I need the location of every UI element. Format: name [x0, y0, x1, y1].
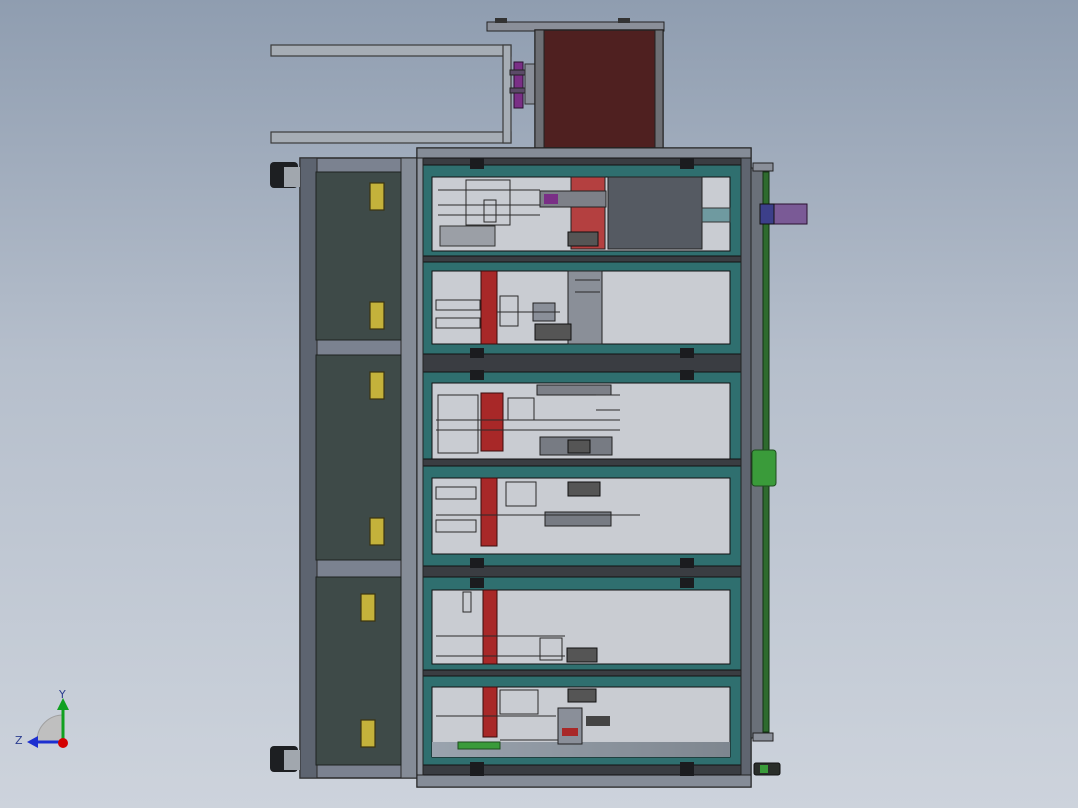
- green-pad: [751, 449, 777, 487]
- cabinet-door-1: [315, 171, 402, 341]
- z-axis-label: Z: [15, 734, 23, 747]
- bay-3: [420, 371, 742, 467]
- coordinate-triad: Y Z: [15, 688, 69, 748]
- left-cabinet: [270, 157, 418, 779]
- right-post: [740, 157, 752, 776]
- x-axis-dot: [58, 738, 68, 748]
- z-axis-arrow: [27, 736, 38, 748]
- triad-arc: [36, 714, 64, 742]
- cad-viewport[interactable]: Y Z: [0, 0, 1078, 808]
- cabinet-door-3: [315, 576, 402, 766]
- bay-2: [420, 261, 742, 355]
- y-axis-label: Y: [58, 688, 66, 701]
- top-bracket-arm: [270, 44, 512, 144]
- cabinet-door-2: [315, 354, 402, 561]
- bay-6: [420, 675, 742, 772]
- bay-5: [420, 576, 742, 673]
- right-side-panel: [750, 162, 808, 776]
- cabinet-feet: [270, 162, 300, 772]
- bay-1: [420, 164, 742, 265]
- machine-drawing: Y Z: [15, 18, 808, 788]
- purple-gripper: [509, 61, 536, 109]
- left-post: [416, 157, 424, 776]
- bay-4: [420, 465, 742, 567]
